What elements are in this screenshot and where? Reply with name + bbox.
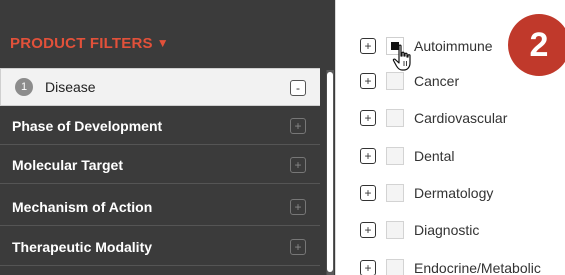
expand-button[interactable]: + — [360, 148, 376, 164]
expand-button[interactable]: + — [290, 157, 306, 173]
option-cardiovascular[interactable]: + Cardiovascular — [360, 107, 565, 129]
expand-button[interactable]: + — [360, 38, 376, 54]
option-label: Diagnostic — [414, 222, 480, 238]
option-label: Dental — [414, 148, 455, 164]
option-dermatology[interactable]: + Dermatology — [360, 182, 565, 204]
collapse-button[interactable]: - — [290, 80, 306, 96]
filter-item-molecular-target[interactable]: Molecular Target + — [0, 146, 320, 184]
expand-button[interactable]: + — [360, 222, 376, 238]
filter-item-disease[interactable]: 1 Disease - — [0, 68, 320, 106]
expand-button[interactable]: + — [290, 239, 306, 255]
checkbox[interactable] — [386, 72, 404, 90]
product-filters-header[interactable]: PRODUCT FILTERS ▼ — [10, 32, 169, 54]
option-endocrine-metabolic[interactable]: + Endocrine/Metabolic — [360, 257, 565, 275]
checkbox[interactable] — [386, 184, 404, 202]
filter-item-label: Mechanism of Action — [12, 198, 153, 215]
hand-pointer-icon — [392, 44, 411, 71]
divider — [335, 0, 336, 275]
step-number-badge: 1 — [15, 78, 33, 96]
checkbox[interactable] — [386, 147, 404, 165]
expand-button[interactable]: + — [360, 110, 376, 126]
expand-button[interactable]: + — [360, 260, 376, 275]
product-filters-panel: PRODUCT FILTERS ▼ 1 Disease - Phase of D… — [0, 0, 335, 275]
expand-button[interactable]: + — [360, 185, 376, 201]
option-diagnostic[interactable]: + Diagnostic — [360, 219, 565, 241]
expand-button[interactable]: + — [290, 118, 306, 134]
option-label: Cardiovascular — [414, 110, 508, 126]
step-number-callout: 2 — [508, 14, 565, 76]
expand-button[interactable]: + — [290, 199, 306, 215]
filter-item-mechanism-of-action[interactable]: Mechanism of Action + — [0, 188, 320, 226]
scrollbar-thumb[interactable] — [327, 72, 333, 272]
option-label: Cancer — [414, 73, 460, 89]
option-label: Autoimmune — [414, 38, 493, 54]
option-label: Endocrine/Metabolic — [414, 260, 541, 275]
checkbox[interactable] — [386, 221, 404, 239]
expand-button[interactable]: + — [360, 73, 376, 89]
product-filters-title: PRODUCT FILTERS — [10, 34, 153, 52]
filter-item-label: Disease — [45, 79, 96, 95]
sidebar: PRODUCT FILTERS ▼ 1 Disease - Phase of D… — [0, 0, 340, 275]
filter-item-label: Molecular Target — [12, 156, 123, 173]
filter-item-label: Phase of Development — [12, 117, 163, 134]
filter-item-label: Therapeutic Modality — [12, 238, 153, 255]
checkbox[interactable] — [386, 259, 404, 275]
filter-item-phase-of-development[interactable]: Phase of Development + — [0, 107, 320, 145]
option-dental[interactable]: + Dental — [360, 145, 565, 167]
caret-down-icon: ▼ — [156, 36, 169, 50]
checkbox[interactable] — [386, 109, 404, 127]
filter-item-therapeutic-modality[interactable]: Therapeutic Modality + — [0, 228, 320, 266]
option-label: Dermatology — [414, 185, 494, 201]
